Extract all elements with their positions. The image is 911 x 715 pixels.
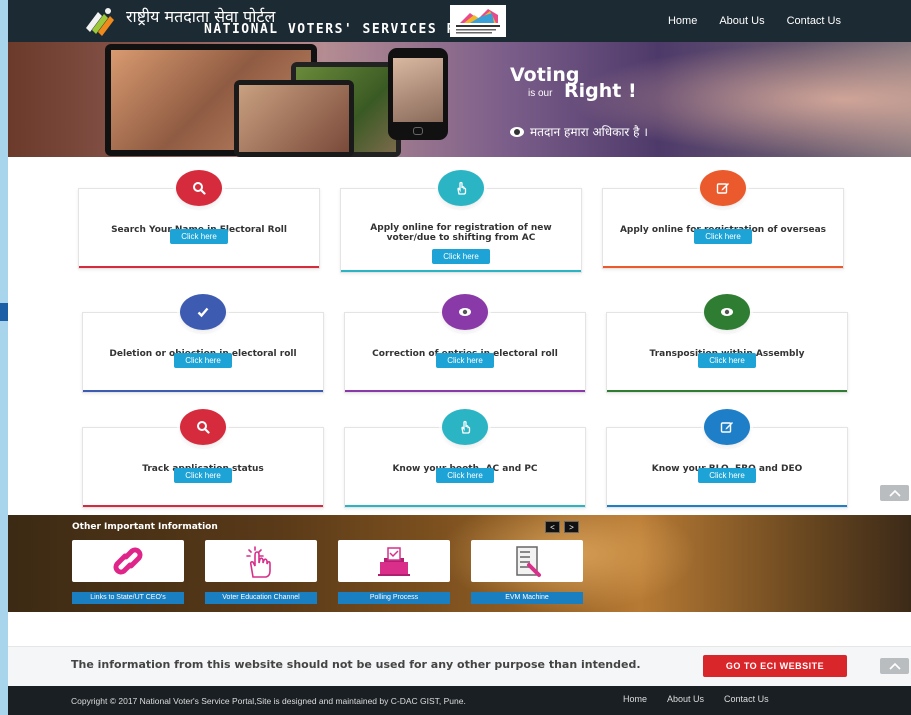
hand-pointer-icon	[458, 420, 472, 434]
top-nav: Home About Us Contact Us	[668, 15, 841, 27]
service-icon-badge	[438, 170, 484, 206]
other-info-title: Other Important Information	[72, 522, 218, 532]
ballot-box-icon	[378, 547, 410, 576]
service-icon-badge	[704, 409, 750, 445]
nav-about-us[interactable]: About Us	[719, 15, 764, 27]
click-here-button[interactable]: Click here	[432, 249, 490, 264]
eci-logo-icon	[86, 8, 114, 36]
eye-icon	[720, 305, 734, 319]
scroll-to-top-button-1[interactable]	[880, 485, 909, 501]
disclaimer-bar: The information from this website should…	[8, 646, 911, 686]
page: राष्ट्रीय मतदाता सेवा पोर्टल NATIONAL VO…	[8, 0, 911, 715]
click-here-button[interactable]: Click here	[174, 353, 232, 368]
banner-hindi-slogan: मतदान हमारा अधिकार है ।	[510, 123, 648, 140]
click-here-button[interactable]: Click here	[436, 353, 494, 368]
tile-label-polling-process[interactable]: Polling Process	[338, 592, 450, 604]
header: राष्ट्रीय मतदाता सेवा पोर्टल NATIONAL VO…	[8, 0, 911, 42]
hero-banner: Voting is our Right ! मतदान हमारा अधिकार…	[8, 42, 911, 157]
service-card-label: Apply online for registration of new vot…	[370, 223, 552, 243]
service-card-accent-bar	[341, 270, 581, 272]
service-card-accent-bar	[79, 266, 319, 268]
banner-is-our-text: is our	[528, 88, 553, 99]
footer-nav: Home About Us Contact Us	[623, 694, 769, 704]
service-card-accent-bar	[607, 390, 847, 392]
search-icon	[192, 181, 206, 195]
carousel-next-button[interactable]: >	[564, 521, 579, 533]
footer-nav-home[interactable]: Home	[623, 694, 647, 704]
service-card-accent-bar	[345, 505, 585, 507]
click-here-button[interactable]: Click here	[436, 468, 494, 483]
tile-links-ceo[interactable]	[72, 540, 184, 582]
other-info-section: Other Important Information < > Links to…	[8, 515, 911, 612]
tile-evm-machine[interactable]	[471, 540, 583, 582]
tile-polling-process[interactable]	[338, 540, 450, 582]
link-icon	[113, 547, 143, 575]
nav-home[interactable]: Home	[668, 15, 697, 27]
service-icon-badge	[704, 294, 750, 330]
hand-pointer-icon	[454, 181, 468, 195]
copyright-text: Copyright © 2017 National Voter's Servic…	[71, 696, 466, 706]
click-here-button[interactable]: Click here	[694, 229, 752, 244]
touch-hand-icon	[246, 546, 271, 578]
eye-icon	[510, 126, 524, 137]
tablet-image	[234, 80, 354, 157]
edit-icon	[720, 420, 734, 434]
eye-icon	[458, 305, 472, 319]
tile-label-links-ceo[interactable]: Links to State/UT CEO's	[72, 592, 184, 604]
search-icon	[196, 420, 210, 434]
service-card-accent-bar	[83, 505, 323, 507]
service-card-accent-bar	[607, 505, 847, 507]
footer-nav-about-us[interactable]: About Us	[667, 694, 704, 704]
tile-label-voter-education[interactable]: Voter Education Channel	[205, 592, 317, 604]
service-card-accent-bar	[83, 390, 323, 392]
voter-day-emblem-icon	[450, 5, 506, 37]
footer: Copyright © 2017 National Voter's Servic…	[8, 686, 911, 715]
click-here-button[interactable]: Click here	[698, 353, 756, 368]
carousel-prev-button[interactable]: <	[545, 521, 560, 533]
check-icon	[196, 305, 210, 319]
edit-icon	[716, 181, 730, 195]
click-here-button[interactable]: Click here	[174, 468, 232, 483]
scroll-to-top-button-2[interactable]	[880, 658, 909, 674]
tile-label-evm-machine[interactable]: EVM Machine	[471, 592, 583, 604]
service-icon-badge	[700, 170, 746, 206]
service-card-accent-bar	[603, 266, 843, 268]
chevron-up-icon	[888, 489, 901, 497]
chevron-up-icon	[888, 662, 901, 670]
evm-icon	[516, 546, 541, 577]
banner-right-text: Right !	[564, 80, 637, 102]
phone-image	[388, 48, 448, 140]
tile-voter-education[interactable]	[205, 540, 317, 582]
click-here-button[interactable]: Click here	[170, 229, 228, 244]
nav-contact-us[interactable]: Contact Us	[787, 15, 841, 27]
service-card-accent-bar	[345, 390, 585, 392]
service-icon-badge	[180, 294, 226, 330]
go-to-eci-website-button[interactable]: GO TO ECI WEBSITE	[703, 655, 847, 677]
side-tab[interactable]	[0, 303, 8, 321]
service-icon-badge	[442, 409, 488, 445]
disclaimer-text: The information from this website should…	[71, 658, 641, 671]
banner-slogan-text: मतदान हमारा अधिकार है ।	[530, 125, 648, 139]
click-here-button[interactable]: Click here	[698, 468, 756, 483]
service-icon-badge	[176, 170, 222, 206]
service-icon-badge	[180, 409, 226, 445]
service-icon-badge	[442, 294, 488, 330]
footer-nav-contact-us[interactable]: Contact Us	[724, 694, 769, 704]
